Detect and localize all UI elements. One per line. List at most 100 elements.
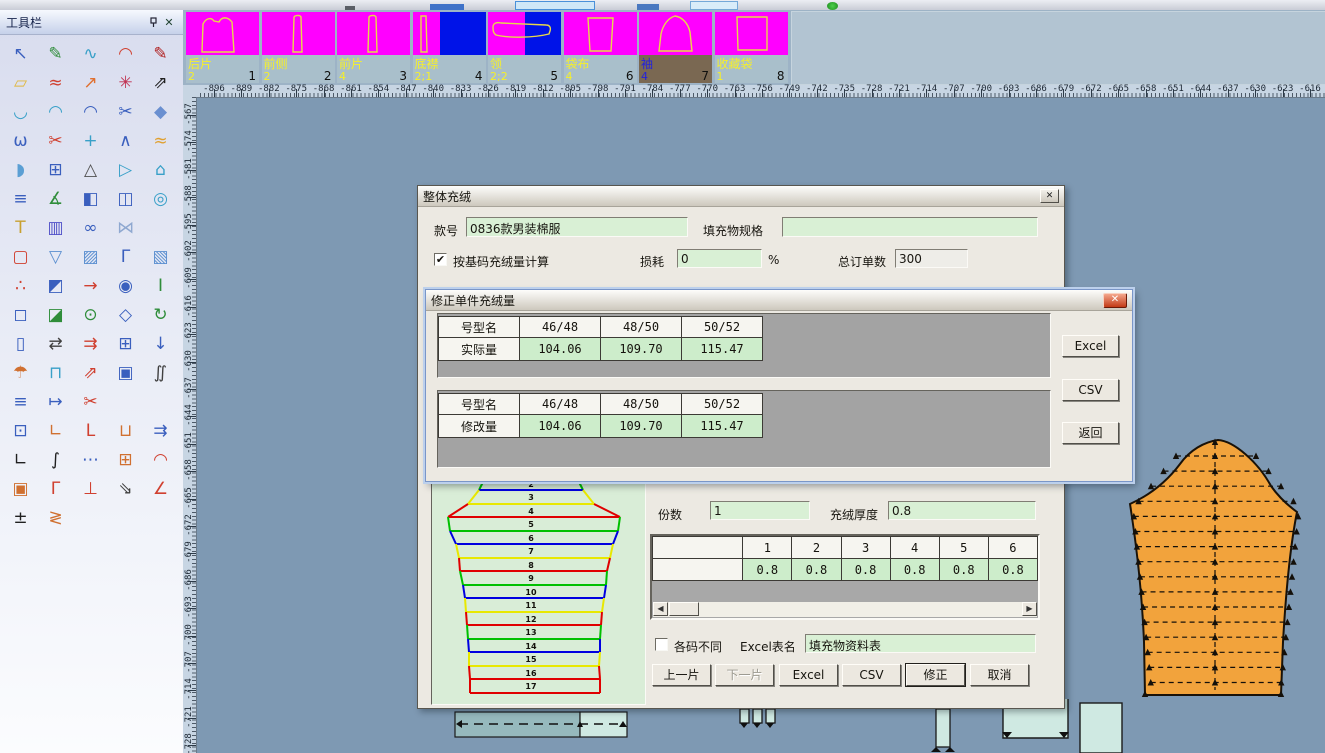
grid-cell[interactable]: 0.8: [988, 559, 1037, 581]
modify-button[interactable]: 修正: [906, 664, 965, 686]
rotate-shape-icon[interactable]: ▷: [108, 156, 143, 184]
cursor-select-icon[interactable]: ↖: [3, 40, 38, 68]
gauge-icon[interactable]: I: [143, 272, 178, 300]
select-rect-icon[interactable]: ⊡: [3, 417, 38, 445]
seam-corner-icon[interactable]: ∟: [38, 417, 73, 445]
link-icon[interactable]: ∞: [73, 214, 108, 242]
tangent-arc-icon[interactable]: ◠: [73, 98, 108, 126]
duplicate-icon[interactable]: ⊞: [38, 156, 73, 184]
grid-cell[interactable]: 0.8: [792, 559, 841, 581]
arc-handle-icon[interactable]: ◠: [108, 40, 143, 68]
terrain-piece-icon[interactable]: ◪: [38, 301, 73, 329]
umbrella-icon[interactable]: ☂: [3, 359, 38, 387]
corner-measure-icon[interactable]: ⊥: [73, 475, 108, 503]
total-orders-input[interactable]: 300: [895, 249, 968, 268]
double-curve-icon[interactable]: ∬: [143, 359, 178, 387]
node-chain-icon[interactable]: ⋯: [73, 446, 108, 474]
thickness-input[interactable]: 0.8: [888, 501, 1036, 520]
amount-cell[interactable]: 109.70: [601, 338, 682, 361]
pencil-icon[interactable]: ✎: [143, 40, 178, 68]
amount-cell[interactable]: 104.06: [520, 415, 601, 438]
line-style-icon[interactable]: ≡: [3, 185, 38, 213]
scissors-icon[interactable]: ✂: [108, 98, 143, 126]
excel-button[interactable]: Excel: [1062, 335, 1119, 357]
grid-scrollbar[interactable]: ◀ ▶: [653, 602, 1037, 617]
pleat-icon[interactable]: ◫: [108, 185, 143, 213]
export-icon[interactable]: ↦: [38, 388, 73, 416]
arc-3pt-icon[interactable]: ◠: [38, 98, 73, 126]
pin-icon[interactable]: [145, 15, 161, 30]
tee-icon[interactable]: T: [3, 214, 38, 242]
piece-curve-icon[interactable]: Γ: [108, 243, 143, 271]
measure-points-icon[interactable]: ⇗: [73, 359, 108, 387]
button-icon[interactable]: ◉: [108, 272, 143, 300]
rotate-arrow-icon[interactable]: ↻: [143, 301, 178, 329]
grid-cell[interactable]: 0.8: [743, 559, 792, 581]
dashed-outline-icon[interactable]: ▢: [3, 243, 38, 271]
seam-ripper-icon[interactable]: ✳: [108, 69, 143, 97]
close-icon[interactable]: ✕: [1040, 189, 1059, 203]
curve-rect-icon[interactable]: ⊓: [38, 359, 73, 387]
pattern-tile-6[interactable]: 袋布46: [564, 12, 637, 83]
chain-arc-icon[interactable]: ω: [3, 127, 38, 155]
corner-notch-icon[interactable]: Γ: [38, 475, 73, 503]
spiral-icon[interactable]: ◎: [143, 185, 178, 213]
pocket-icon[interactable]: ▽: [38, 243, 73, 271]
dart-icon[interactable]: ∴: [3, 272, 38, 300]
calc-by-base-checkbox[interactable]: ✔: [434, 253, 447, 266]
close-icon[interactable]: ✕: [1103, 293, 1127, 308]
close-icon[interactable]: ✕: [161, 15, 177, 30]
window-piece-icon[interactable]: ⊞: [108, 446, 143, 474]
pattern-tile-2[interactable]: 前侧22: [262, 12, 335, 83]
pin-piece-icon[interactable]: ◇: [108, 301, 143, 329]
rotate-cut-icon[interactable]: ✂: [38, 127, 73, 155]
axis-point-icon[interactable]: +: [73, 127, 108, 155]
drawer-icon[interactable]: ≡: [3, 388, 38, 416]
fly-arrow-icon[interactable]: ⇉: [143, 417, 178, 445]
grid-cell[interactable]: 0.8: [890, 559, 939, 581]
csv-button[interactable]: CSV: [1062, 379, 1119, 401]
dotted-piece-icon[interactable]: ▯: [3, 330, 38, 358]
grid-cell[interactable]: 0.8: [939, 559, 988, 581]
curve-eraser-icon[interactable]: ≈: [38, 69, 73, 97]
scroll-left-icon[interactable]: ◀: [653, 602, 668, 616]
curve-arrow-icon[interactable]: ⇘: [108, 475, 143, 503]
gold-brush-icon[interactable]: ≈: [143, 127, 178, 155]
point-move-icon[interactable]: ↗: [73, 69, 108, 97]
excel-button[interactable]: Excel: [779, 664, 838, 686]
shower-icon[interactable]: ↓: [143, 330, 178, 358]
corner-piece-icon[interactable]: ◻: [3, 301, 38, 329]
sleeve-pattern-piece[interactable]: [1118, 432, 1322, 705]
grid-cell[interactable]: 0.8: [841, 559, 890, 581]
patch-icon[interactable]: ◆: [143, 98, 178, 126]
width-adjust-icon[interactable]: ±: [3, 504, 38, 532]
seam-column-icon[interactable]: ▥: [38, 214, 73, 242]
move-piece-icon[interactable]: →: [73, 272, 108, 300]
dialog-titlebar[interactable]: 整体充绒 ✕: [418, 186, 1064, 207]
csv-button[interactable]: CSV: [842, 664, 901, 686]
add-point-icon[interactable]: ⇗: [143, 69, 178, 97]
back-button[interactable]: 返回: [1062, 422, 1119, 444]
next-piece-button[interactable]: 下一片: [715, 664, 774, 686]
per-size-diff-checkbox[interactable]: [655, 638, 668, 651]
amount-cell[interactable]: 109.70: [601, 415, 682, 438]
amount-cell[interactable]: 104.06: [520, 338, 601, 361]
circle-fit-icon[interactable]: ⊙: [73, 301, 108, 329]
cut-marker-icon[interactable]: ✂: [73, 388, 108, 416]
unlink-icon[interactable]: ⋈: [108, 214, 143, 242]
angle-measure-icon[interactable]: ∠: [143, 475, 178, 503]
curve-foot-icon[interactable]: ∫: [38, 446, 73, 474]
hatch-rect-icon[interactable]: ▧: [143, 243, 178, 271]
arc-plus-icon[interactable]: ◠: [143, 446, 178, 474]
prev-piece-button[interactable]: 上一片: [652, 664, 711, 686]
pattern-tile-1[interactable]: 后片21: [186, 12, 259, 83]
corner-round-icon[interactable]: ◡: [3, 98, 38, 126]
mirror-icon[interactable]: △: [73, 156, 108, 184]
layer-icon[interactable]: ◧: [73, 185, 108, 213]
pattern-tile-8[interactable]: 收藏袋18: [715, 12, 788, 83]
filler-spec-input[interactable]: [782, 217, 1038, 237]
shares-input[interactable]: 1: [710, 501, 810, 520]
bezier-pen-icon[interactable]: ✎: [38, 40, 73, 68]
dialog-titlebar[interactable]: 修正单件充绒量 ✕: [426, 290, 1132, 311]
overlap-piece-icon[interactable]: ⊔: [108, 417, 143, 445]
